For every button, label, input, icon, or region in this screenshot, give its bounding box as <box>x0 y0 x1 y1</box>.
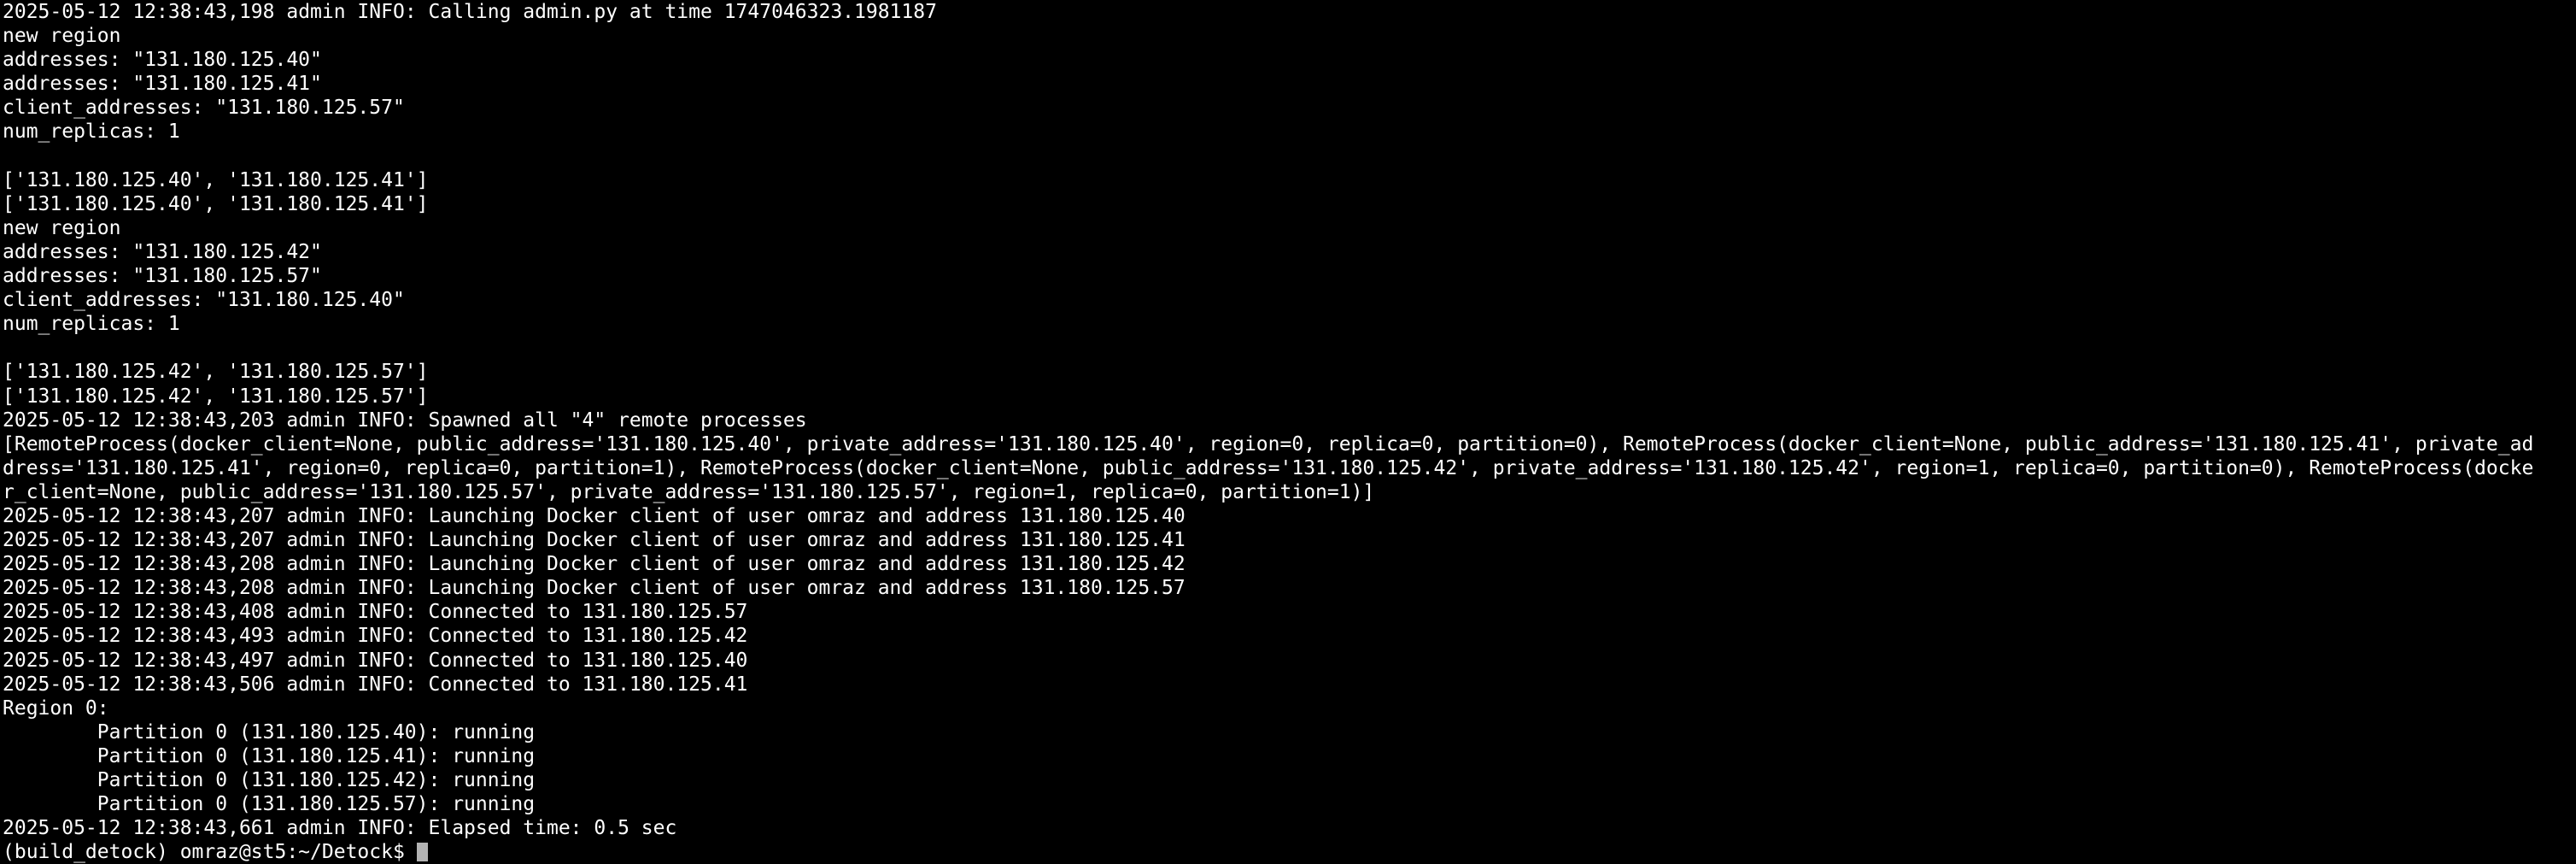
terminal-line: addresses: "131.180.125.41" <box>3 73 322 96</box>
terminal-line: dress='131.180.125.41', region=0, replic… <box>3 456 2534 479</box>
terminal-line: 2025-05-12 12:38:43,408 admin INFO: Conn… <box>3 601 748 624</box>
terminal-line: client_addresses: "131.180.125.57" <box>3 97 405 120</box>
terminal-line: ['131.180.125.40', '131.180.125.41'] <box>3 192 429 215</box>
terminal-line: client_addresses: "131.180.125.40" <box>3 289 405 312</box>
terminal-line: num_replicas: 1 <box>3 120 180 144</box>
terminal-line: 2025-05-12 12:38:43,506 admin INFO: Conn… <box>3 673 748 696</box>
terminal-line: 2025-05-12 12:38:43,207 admin INFO: Laun… <box>3 529 1186 552</box>
terminal-line: 2025-05-12 12:38:43,208 admin INFO: Laun… <box>3 553 1186 576</box>
terminal-line: new region <box>3 25 121 48</box>
terminal-line: r_client=None, public_address='131.180.1… <box>3 480 1375 503</box>
terminal-line: 2025-05-12 12:38:43,198 admin INFO: Call… <box>3 1 937 23</box>
terminal-line: 2025-05-12 12:38:43,203 admin INFO: Spaw… <box>3 408 807 432</box>
text-cursor <box>416 843 428 862</box>
terminal-line: num_replicas: 1 <box>3 313 180 336</box>
terminal-window[interactable]: 2025-05-12 12:38:43,198 admin INFO: Call… <box>0 0 2576 863</box>
terminal-line: addresses: "131.180.125.42" <box>3 240 322 263</box>
terminal-line: ['131.180.125.42', '131.180.125.57'] <box>3 361 429 384</box>
terminal-line: 2025-05-12 12:38:43,661 admin INFO: Elap… <box>3 817 677 840</box>
terminal-line: Partition 0 (131.180.125.57): running <box>3 793 536 816</box>
shell-prompt: (build_detock) omraz@st5:~/Detock$ <box>3 841 417 864</box>
terminal-line: 2025-05-12 12:38:43,207 admin INFO: Laun… <box>3 504 1186 527</box>
terminal-output: 2025-05-12 12:38:43,198 admin INFO: Call… <box>3 0 2576 840</box>
terminal-line: [RemoteProcess(docker_client=None, publi… <box>3 432 2534 456</box>
terminal-line: addresses: "131.180.125.40" <box>3 49 322 72</box>
terminal-line: 2025-05-12 12:38:43,497 admin INFO: Conn… <box>3 649 748 672</box>
terminal-line: 2025-05-12 12:38:43,208 admin INFO: Laun… <box>3 577 1186 600</box>
terminal-line: Partition 0 (131.180.125.40): running <box>3 720 536 744</box>
terminal-line: Region 0: <box>3 696 109 720</box>
terminal-line: Partition 0 (131.180.125.41): running <box>3 744 536 767</box>
terminal-line: ['131.180.125.40', '131.180.125.41'] <box>3 168 429 191</box>
terminal-line: 2025-05-12 12:38:43,493 admin INFO: Conn… <box>3 625 748 648</box>
terminal-line: Partition 0 (131.180.125.42): running <box>3 769 536 791</box>
command-prompt-line[interactable]: (build_detock) omraz@st5:~/Detock$ <box>3 840 2576 864</box>
terminal-line: ['131.180.125.42', '131.180.125.57'] <box>3 385 429 408</box>
terminal-line: addresses: "131.180.125.57" <box>3 265 322 288</box>
terminal-line: new region <box>3 216 121 239</box>
